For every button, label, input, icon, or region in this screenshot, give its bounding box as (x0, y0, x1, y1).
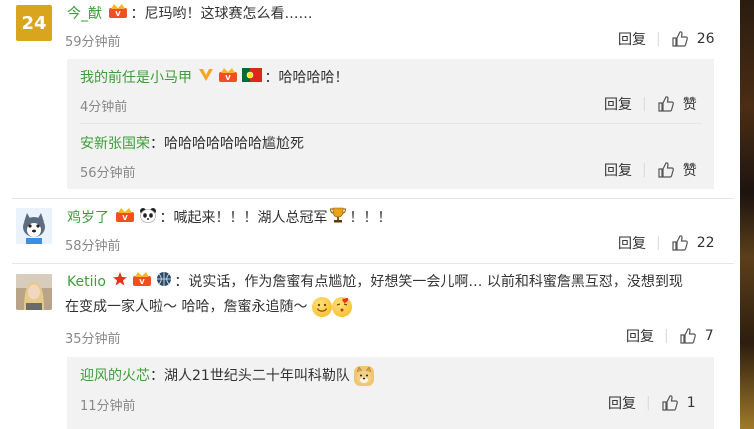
comment-text-line1: ：说实话，作为詹蜜有点尴尬，好想笑一会儿啊… 以前和科蜜詹黑互怼，没想到现 (174, 274, 683, 290)
doge-icon (354, 366, 375, 386)
action-divider: | (646, 395, 651, 411)
vip-crown-icon[interactable]: V (115, 207, 135, 229)
reply-button[interactable]: 回复 (618, 29, 646, 49)
reply-text: ：哈哈哈哈哈哈哈尴尬死 (150, 136, 304, 152)
basketball-icon (156, 271, 172, 293)
avatar[interactable] (16, 274, 52, 310)
like-label[interactable]: 赞 (683, 94, 697, 114)
timestamp: 59分钟前 (65, 35, 121, 50)
comment-actions: 回复 | 26 (618, 29, 715, 49)
reply-list: 我的前任是小马甲 V ：哈哈哈哈！ 4分钟前 回复 | 赞 安新张国荣：哈哈哈哈… (67, 59, 714, 189)
action-divider: | (642, 96, 647, 112)
background-photo-strip (740, 0, 754, 429)
verified-v-icon[interactable] (198, 68, 214, 88)
reply-body: 我的前任是小马甲 V ：哈哈哈哈！ (80, 67, 348, 89)
comment-actions: 回复 | 22 (618, 233, 715, 253)
kiss-emoji-icon (331, 297, 352, 317)
smile-emoji-icon (311, 297, 332, 317)
thumbs-up-icon[interactable] (657, 95, 675, 113)
comment-list: 24 今_猷 V ：尼玛哟！这球赛怎么看…… 59分钟前 回复 | 26 我的前… (0, 0, 740, 429)
like-count[interactable]: 22 (697, 235, 715, 251)
reply-text: ：湖人21世纪头二十年叫科勒队 (150, 368, 350, 384)
thumbs-up-icon[interactable] (657, 161, 675, 179)
reply-button[interactable]: 回复 (618, 233, 646, 253)
comment-text: ：喊起来！！！湖人总冠军 (159, 210, 328, 226)
panda-icon (139, 207, 157, 229)
comment-body: 今_猷 V ：尼玛哟！这球赛怎么看…… (67, 3, 312, 25)
reply-text: ：哈哈哈哈！ (264, 70, 349, 86)
comment-text-line2: 在变成一家人啦～ 哈哈，詹蜜永追随～ (65, 299, 308, 315)
action-divider: | (656, 31, 661, 47)
thumbs-up-icon[interactable] (671, 30, 689, 48)
reply-actions: 回复 | 赞 (604, 160, 697, 180)
trophy-icon (329, 206, 347, 230)
timestamp: 56分钟前 (80, 166, 136, 181)
username[interactable]: 我的前任是小马甲 (80, 70, 192, 86)
action-divider: | (642, 162, 647, 178)
avatar-text: 24 (21, 12, 47, 34)
reply-button[interactable]: 回复 (608, 393, 636, 413)
username[interactable]: Ketiio (67, 274, 106, 290)
user-photo-avatar-image (16, 274, 52, 310)
comment-divider (12, 198, 734, 199)
vip-crown-icon[interactable]: V (108, 3, 128, 25)
timestamp: 58分钟前 (65, 239, 121, 254)
timestamp: 11分钟前 (80, 399, 136, 414)
reply-actions: 回复 | 赞 (604, 94, 697, 114)
reply-list: 迎风的火芯：湖人21世纪头二十年叫科勒队 11分钟前 回复 | 1 (67, 357, 714, 429)
thumbs-up-icon[interactable] (671, 234, 689, 252)
like-count[interactable]: 26 (697, 31, 715, 47)
thumbs-up-icon[interactable] (679, 327, 697, 345)
husky-avatar-image (16, 208, 52, 244)
portugal-flag-icon (242, 68, 263, 88)
vip-crown-icon[interactable]: V (218, 67, 238, 89)
red-star-icon (112, 271, 128, 293)
comment-text: ：尼玛哟！这球赛怎么看…… (130, 6, 313, 22)
reply-button[interactable]: 回复 (626, 326, 654, 346)
reply-button[interactable]: 回复 (604, 94, 632, 114)
like-count[interactable]: 1 (687, 395, 696, 411)
comment-body: 鸡岁了 V ：喊起来！！！湖人总冠军 ！！！ (67, 206, 391, 230)
username[interactable]: 安新张国荣 (80, 136, 150, 152)
timestamp: 4分钟前 (80, 100, 128, 115)
timestamp: 35分钟前 (65, 332, 121, 347)
like-label[interactable]: 赞 (683, 160, 697, 180)
reply-body: 迎风的火芯：湖人21世纪头二十年叫科勒队 (80, 366, 375, 386)
comment-actions: 回复 | 7 (626, 326, 714, 346)
comment-body: Ketiio V ：说实话，作为詹蜜有点尴尬，好想笑一会儿啊… 以前和科蜜詹黑互… (67, 271, 683, 293)
username[interactable]: 迎风的火芯 (80, 368, 150, 384)
avatar[interactable] (16, 208, 52, 244)
comment-text-tail: ！！！ (349, 210, 392, 226)
avatar[interactable]: 24 (16, 5, 52, 41)
thumbs-up-icon[interactable] (661, 394, 679, 412)
svg-text:V: V (123, 214, 129, 222)
action-divider: | (664, 328, 669, 344)
reply-body: 安新张国荣：哈哈哈哈哈哈哈尴尬死 (80, 134, 304, 154)
like-count[interactable]: 7 (705, 328, 714, 344)
reply-actions: 回复 | 1 (608, 393, 696, 413)
svg-text:V: V (140, 278, 146, 286)
username[interactable]: 今_猷 (67, 6, 102, 22)
svg-text:V: V (226, 74, 232, 82)
svg-text:V: V (116, 10, 122, 18)
comment-body-line2: 在变成一家人啦～ 哈哈，詹蜜永追随～ (65, 297, 352, 317)
vip-crown-icon[interactable]: V (132, 271, 152, 293)
reply-divider (80, 123, 702, 124)
comment-divider (12, 263, 734, 264)
action-divider: | (656, 235, 661, 251)
reply-button[interactable]: 回复 (604, 160, 632, 180)
username[interactable]: 鸡岁了 (67, 210, 109, 226)
